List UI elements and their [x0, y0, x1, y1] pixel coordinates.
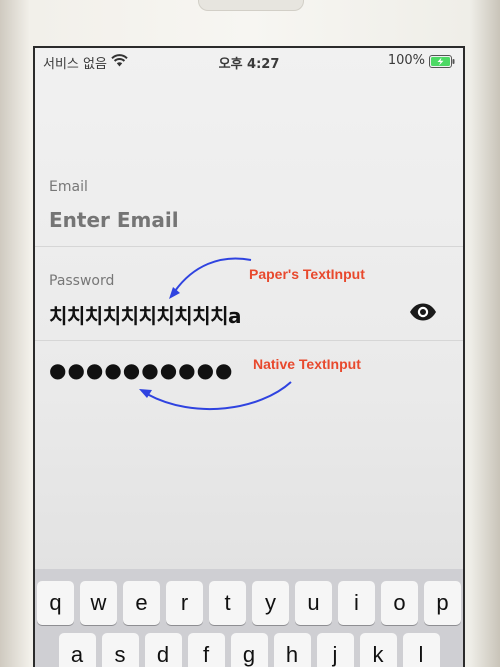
phone-screen: 서비스 없음 오후 4:27 100% Email Password 치치치치치…	[33, 46, 465, 667]
battery-percent: 100%	[387, 53, 425, 68]
key-w[interactable]: w	[80, 581, 117, 625]
paper-arrowhead	[169, 287, 180, 299]
keyboard-row-1: q w e r t y u i o p	[35, 581, 463, 625]
key-d[interactable]: d	[144, 633, 182, 667]
status-bar: 서비스 없음 오후 4:27 100%	[35, 48, 463, 74]
phone-top-bezel	[198, 0, 304, 11]
paper-annotation-arrow	[174, 257, 252, 292]
key-r[interactable]: r	[166, 581, 203, 625]
eye-icon[interactable]	[409, 303, 437, 325]
key-i[interactable]: i	[338, 581, 375, 625]
password-label: Password	[49, 273, 115, 289]
key-j[interactable]: j	[316, 633, 354, 667]
keyboard: q w e r t y u i o p a s d f g h j k l	[35, 569, 463, 667]
key-e[interactable]: e	[123, 581, 160, 625]
native-password-input[interactable]: ●●●●●●●●●●	[49, 358, 234, 382]
native-arrowhead	[139, 389, 152, 398]
password-underline	[35, 340, 463, 341]
key-s[interactable]: s	[101, 633, 139, 667]
key-a[interactable]: a	[58, 633, 96, 667]
key-h[interactable]: h	[273, 633, 311, 667]
paper-password-input[interactable]: 치치치치치치치치치치a	[49, 300, 242, 329]
key-t[interactable]: t	[209, 581, 246, 625]
key-k[interactable]: k	[359, 633, 397, 667]
email-input[interactable]	[49, 208, 449, 232]
key-f[interactable]: f	[187, 633, 225, 667]
battery-charging-icon	[429, 55, 455, 72]
key-g[interactable]: g	[230, 633, 268, 667]
key-o[interactable]: o	[381, 581, 418, 625]
keyboard-row-2: a s d f g h j k l	[35, 633, 463, 667]
native-annotation-arrow	[146, 381, 292, 411]
email-underline	[35, 246, 463, 247]
email-label: Email	[49, 179, 88, 195]
key-p[interactable]: p	[424, 581, 461, 625]
key-l[interactable]: l	[402, 633, 440, 667]
paper-annotation-label: Paper's TextInput	[249, 266, 365, 282]
key-u[interactable]: u	[295, 581, 332, 625]
key-y[interactable]: y	[252, 581, 289, 625]
native-annotation-label: Native TextInput	[253, 356, 361, 372]
key-q[interactable]: q	[37, 581, 74, 625]
